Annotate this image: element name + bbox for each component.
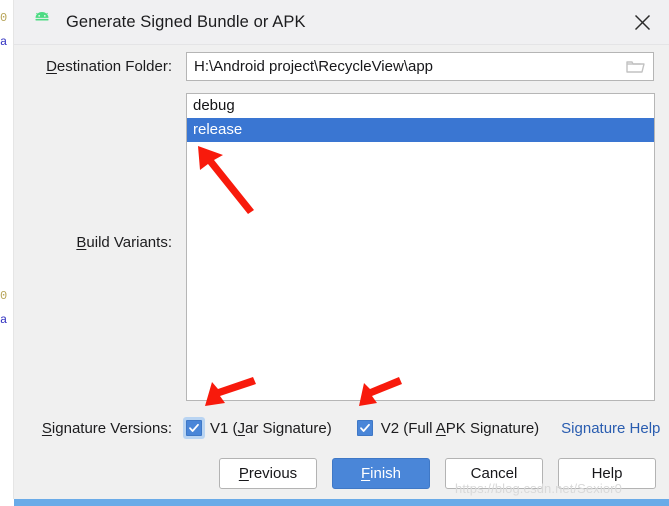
- checkbox-v2[interactable]: [356, 420, 373, 436]
- close-icon[interactable]: [623, 4, 661, 40]
- destination-folder-label-rest: estination Folder:: [56, 57, 172, 75]
- help-button-label: Help: [591, 464, 623, 482]
- previous-button-rest: revious: [248, 464, 298, 482]
- folder-glyph: [626, 60, 645, 73]
- signature-help-link[interactable]: Signature Help: [561, 420, 660, 437]
- previous-button[interactable]: Previous: [219, 457, 317, 489]
- close-glyph: [634, 14, 650, 30]
- checkbox-v2-label-after: PK Signature): [445, 419, 540, 437]
- cancel-button-label: Cancel: [470, 464, 518, 482]
- checkbox-v2-label-mnemonic: A: [435, 419, 446, 437]
- destination-folder-label: Destination Folder:: [14, 58, 172, 75]
- checkbox-v1-label-after: ar Signature): [245, 419, 332, 437]
- finish-button-mnemonic: F: [360, 464, 371, 482]
- signature-versions-label-rest: ignature Versions:: [51, 419, 172, 437]
- window-bottom-accent-bar: [14, 499, 669, 506]
- finish-button[interactable]: Finish: [332, 457, 430, 489]
- destination-folder-input[interactable]: [187, 52, 616, 80]
- ide-token: 0: [0, 289, 8, 303]
- checkbox-group-v2: V2 (Full APK Signature): [356, 420, 539, 437]
- check-icon: [189, 423, 199, 432]
- finish-button-rest: inish: [370, 464, 402, 482]
- watermark-text: https://blog.csdn.net/Sexior0: [455, 481, 622, 496]
- screen-root: 0 a 0 a Generate Signed Bundle or APK De…: [0, 0, 669, 506]
- signature-versions-label-mnemonic: S: [41, 419, 52, 437]
- ide-gutter: [0, 0, 14, 506]
- checkbox-v2-label[interactable]: V2 (Full APK Signature): [381, 420, 539, 437]
- checkbox-v2-label-before: V2 (Full: [380, 419, 436, 437]
- checkbox-v1-label[interactable]: V1 (Jar Signature): [210, 420, 332, 437]
- checkbox-v1[interactable]: [186, 420, 202, 436]
- checkbox-group-v1: V1 (Jar Signature): [186, 420, 332, 437]
- build-variants-label-mnemonic: B: [76, 234, 87, 251]
- ide-token: a: [0, 35, 8, 49]
- destination-folder-input-wrap[interactable]: [186, 51, 654, 81]
- build-variants-label-rest: uild Variants:: [86, 234, 172, 251]
- ide-editor-backdrop: 0 a 0 a: [0, 0, 14, 506]
- checkbox-v1-label-mnemonic: J: [237, 419, 246, 437]
- destination-folder-row: Destination Folder:: [14, 46, 669, 86]
- dialog-title: Generate Signed Bundle or APK: [66, 12, 306, 31]
- check-icon: [359, 423, 370, 432]
- list-item-release[interactable]: release: [187, 118, 654, 142]
- checkbox-v1-label-before: V1 (: [210, 419, 238, 437]
- folder-icon[interactable]: [626, 59, 645, 79]
- destination-folder-label-mnemonic: D: [46, 57, 57, 75]
- android-robot-icon: [35, 12, 49, 21]
- previous-button-mnemonic: P: [238, 464, 249, 482]
- build-variants-listbox[interactable]: debug release: [186, 93, 655, 401]
- dialog-titlebar: Generate Signed Bundle or APK: [14, 0, 669, 45]
- signature-versions-label: Signature Versions:: [14, 420, 172, 437]
- build-variants-label: Build Variants:: [14, 234, 172, 251]
- generate-signed-bundle-dialog: Generate Signed Bundle or APK Destinatio…: [14, 0, 669, 499]
- signature-versions-row: Signature Versions: V1 (Jar Signature) V…: [14, 413, 669, 443]
- ide-token: a: [0, 313, 8, 327]
- list-item-debug[interactable]: debug: [187, 94, 654, 118]
- ide-token: 0: [0, 11, 8, 25]
